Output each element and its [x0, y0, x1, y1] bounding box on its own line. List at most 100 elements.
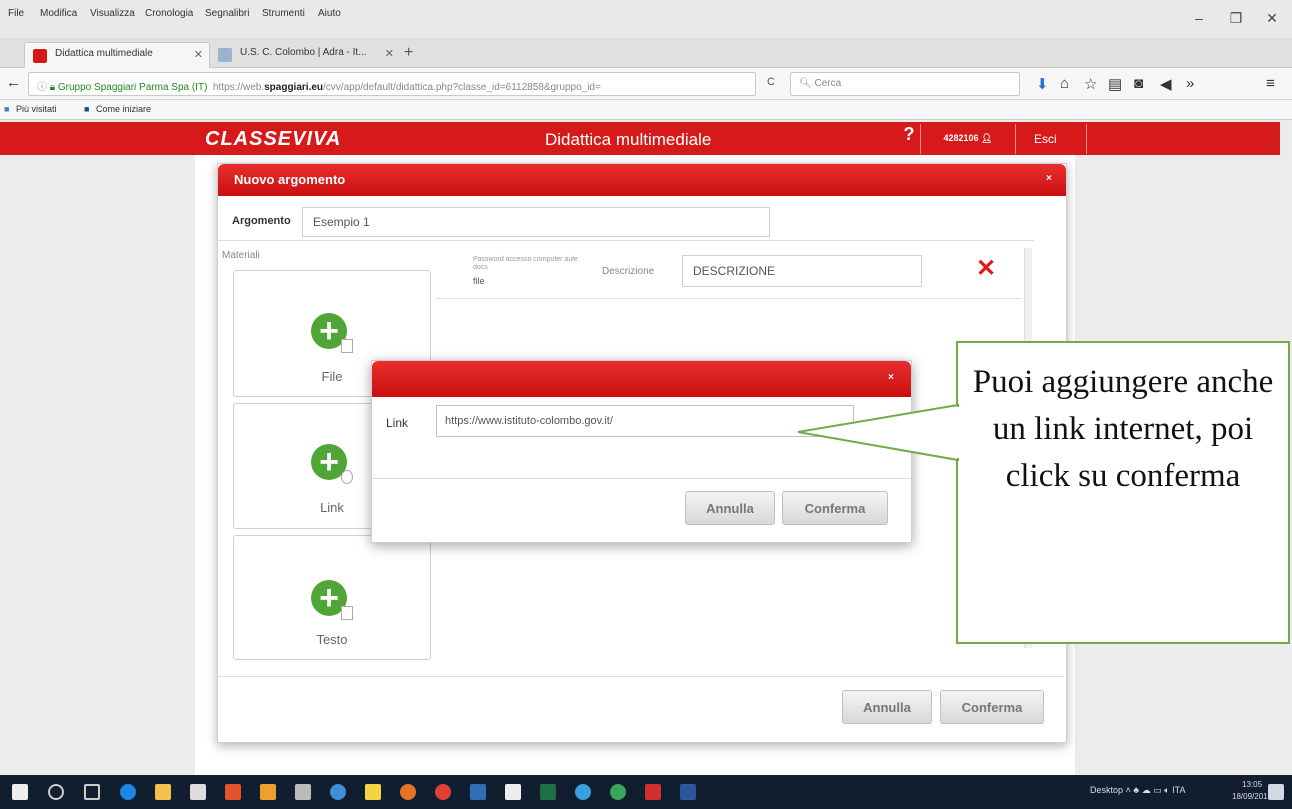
- download-icon[interactable]: ⬇: [1036, 75, 1049, 93]
- search-input[interactable]: 🔍︎ Cerca: [790, 72, 1020, 96]
- menu-aiuto[interactable]: Aiuto: [318, 8, 341, 19]
- tab-label: U.S. C. Colombo | Adra - It...: [240, 47, 367, 58]
- system-tray: Desktop ˄ ♣ ☁ ▭ 🔈︎ ITA: [1090, 785, 1185, 796]
- file-explorer-icon[interactable]: [155, 784, 171, 800]
- link-dialog-header: ×: [372, 361, 911, 397]
- material-type: file: [473, 276, 485, 286]
- store-icon[interactable]: [190, 784, 206, 800]
- bookmark-page-icon: ■: [84, 104, 90, 114]
- skype-icon[interactable]: [575, 784, 591, 800]
- search-placeholder: Cerca: [814, 78, 842, 89]
- classeviva-favicon-icon: [33, 49, 47, 63]
- minimize-button[interactable]: –: [1185, 8, 1213, 28]
- browser-menubar: File Modifica Visualizza Cronologia Segn…: [0, 0, 1292, 38]
- browser-icon[interactable]: [610, 784, 626, 800]
- tray-icons[interactable]: ˄ ♣ ☁ ▭ 🔈︎: [1126, 785, 1173, 795]
- menu-segnalibri[interactable]: Segnalibri: [205, 8, 249, 19]
- link-dialog-close-button[interactable]: ×: [888, 372, 894, 383]
- tab-label: Didattica multimediale: [55, 48, 153, 59]
- new-tab-button[interactable]: +: [404, 44, 413, 62]
- photoshop-icon[interactable]: [470, 784, 486, 800]
- sticky-notes-icon[interactable]: [365, 784, 381, 800]
- tab-close-icon[interactable]: ✕: [385, 47, 394, 60]
- word-icon[interactable]: [680, 784, 696, 800]
- tab-colombo[interactable]: U.S. C. Colombo | Adra - It... ✕: [210, 42, 400, 68]
- acrobat-icon[interactable]: [645, 784, 661, 800]
- bookmark-folder-icon: ■: [4, 104, 10, 114]
- menu-cronologia[interactable]: Cronologia: [145, 8, 193, 19]
- bookmark-star-icon[interactable]: ☆: [1084, 75, 1097, 93]
- clock-time: 13:05: [1242, 780, 1263, 789]
- firefox-icon[interactable]: [400, 784, 416, 800]
- language-indicator[interactable]: ITA: [1172, 785, 1185, 795]
- cancel-button[interactable]: Annulla: [842, 690, 932, 724]
- info-icon: ⓘ: [37, 82, 50, 93]
- search-icon[interactable]: [48, 784, 64, 800]
- chrome-icon[interactable]: [435, 784, 451, 800]
- task-view-icon[interactable]: [84, 784, 100, 800]
- excel-icon[interactable]: [540, 784, 556, 800]
- window-close-button[interactable]: ✕: [1258, 8, 1286, 28]
- desktop-label[interactable]: Desktop: [1090, 785, 1123, 795]
- menu-strumenti[interactable]: Strumenti: [262, 8, 305, 19]
- menu-visualizza[interactable]: Visualizza: [90, 8, 135, 19]
- menu-modifica[interactable]: Modifica: [40, 8, 77, 19]
- user-menu[interactable]: 4282106 👤︎: [920, 124, 1016, 154]
- delete-material-icon[interactable]: ✕: [976, 254, 996, 283]
- clock-date: 18/09/2017: [1232, 792, 1273, 801]
- file-page-icon: [341, 339, 353, 353]
- navigation-bar: ← ⓘ 🔒︎ Gruppo Spaggiari Parma Spa (IT) h…: [0, 68, 1292, 100]
- dialog-header: Nuovo argomento ×: [218, 164, 1066, 196]
- add-text-card[interactable]: + Testo: [233, 535, 431, 660]
- help-button[interactable]: ?: [898, 124, 920, 152]
- text-page-icon: [341, 606, 353, 620]
- hamburger-menu-icon[interactable]: ≡: [1266, 75, 1275, 92]
- row-divider: [436, 298, 1022, 299]
- taskbar-clock[interactable]: 13:05 18/09/2017: [1232, 779, 1272, 803]
- back-arrow-icon[interactable]: ←: [6, 74, 21, 91]
- reload-icon[interactable]: C: [767, 76, 775, 88]
- bookmark-come-iniziare[interactable]: Come iniziare: [96, 104, 151, 114]
- link-chain-icon: [341, 470, 353, 484]
- url-prefix: https://web.: [212, 82, 265, 93]
- url-bar[interactable]: ⓘ 🔒︎ Gruppo Spaggiari Parma Spa (IT) htt…: [28, 72, 756, 96]
- calculator-icon[interactable]: [295, 784, 311, 800]
- dialog-close-button[interactable]: ×: [1046, 173, 1052, 184]
- user-code: 4282106: [943, 133, 979, 143]
- bookmarks-library-icon[interactable]: ▤: [1108, 75, 1122, 93]
- tab-didattica[interactable]: Didattica multimediale ✕: [24, 42, 210, 68]
- materials-label: Materiali: [222, 250, 260, 261]
- link-cancel-button[interactable]: Annulla: [685, 491, 775, 525]
- material-hint: Password accesso computer aule docs: [473, 256, 578, 271]
- url-path: /cvv/app/default/didattica.php?classe_id…: [323, 82, 601, 93]
- menu-file[interactable]: File: [8, 8, 24, 19]
- extension-icon[interactable]: »: [1186, 75, 1194, 92]
- restore-button[interactable]: ❐: [1222, 8, 1250, 28]
- site-identity: Gruppo Spaggiari Parma Spa (IT): [57, 82, 208, 93]
- mail-icon[interactable]: [505, 784, 521, 800]
- dialog-footer-divider: [218, 676, 1064, 677]
- search-icon: 🔍︎: [799, 78, 815, 89]
- edge-icon[interactable]: [120, 784, 136, 800]
- description-input[interactable]: DESCRIZIONE: [682, 255, 922, 287]
- link-dialog-divider: [372, 478, 911, 479]
- confirm-button[interactable]: Conferma: [940, 690, 1044, 724]
- exit-button[interactable]: Esci: [1017, 124, 1087, 154]
- office-icon[interactable]: [225, 784, 241, 800]
- school-favicon-icon: [218, 48, 232, 62]
- card-label-text: Testo: [316, 632, 348, 647]
- link-label: Link: [386, 416, 409, 430]
- link-confirm-button[interactable]: Conferma: [782, 491, 888, 525]
- app-icon[interactable]: [330, 784, 346, 800]
- pocket-icon[interactable]: ◙: [1134, 75, 1143, 92]
- user-icon: 👤︎: [981, 133, 993, 143]
- illustrator-icon[interactable]: [260, 784, 276, 800]
- bookmark-piu-visitati[interactable]: Più visitati: [16, 104, 57, 114]
- notifications-icon[interactable]: [1268, 784, 1284, 800]
- tab-close-icon[interactable]: ✕: [194, 48, 203, 61]
- send-icon[interactable]: ◀: [1160, 75, 1172, 93]
- link-input[interactable]: https://www.istituto-colombo.gov.it/: [436, 405, 854, 437]
- windows-start-icon[interactable]: [12, 784, 28, 800]
- home-icon[interactable]: ⌂: [1060, 75, 1069, 92]
- topic-input[interactable]: Esempio 1: [302, 207, 770, 237]
